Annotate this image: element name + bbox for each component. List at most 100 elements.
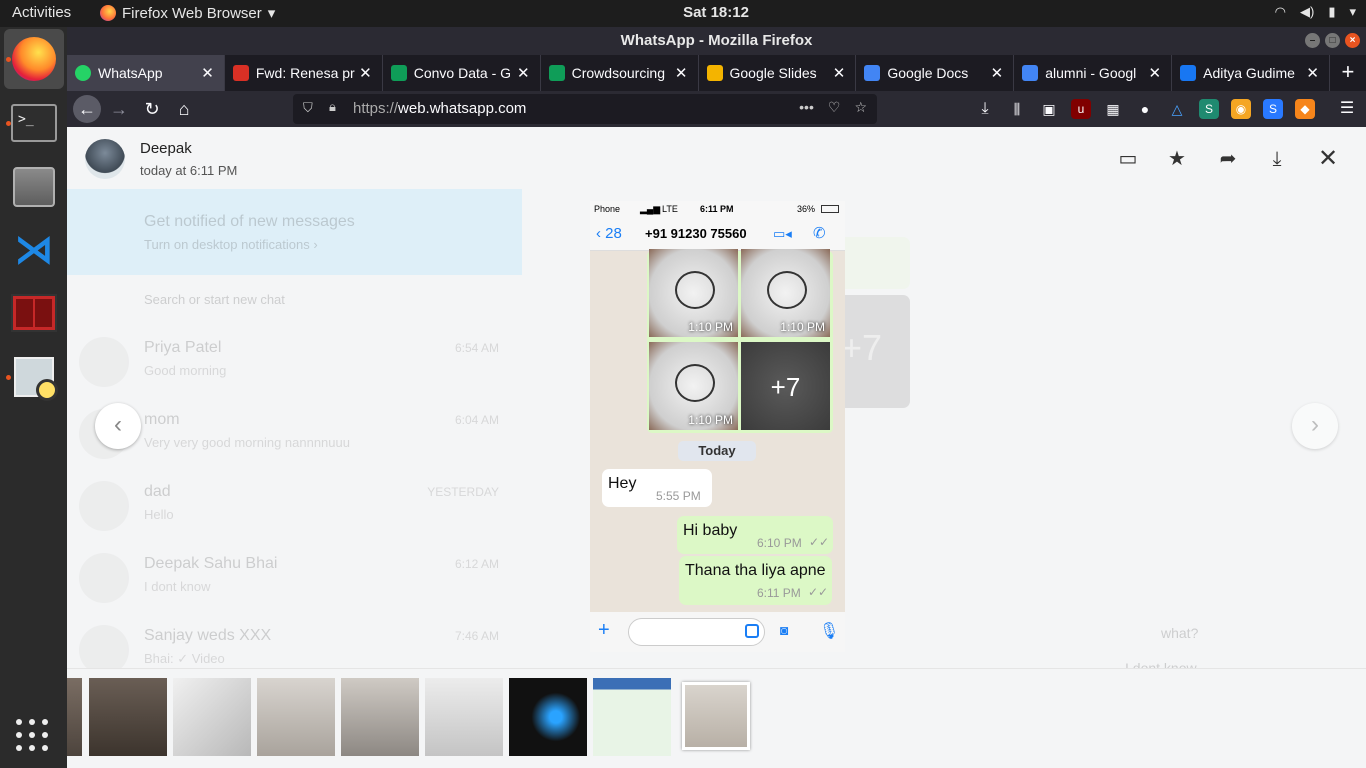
message-out: Thana tha liya apne 6:11 PM ✓✓ [679,556,832,605]
media-thumbnail[interactable] [257,678,335,756]
dock-terminal-split[interactable] [4,283,64,343]
tab-alumni[interactable]: alumni - Googl ✕ [1014,55,1173,91]
close-tab-icon[interactable]: ✕ [517,64,530,82]
page-content: Get notified of new messages Turn on des… [67,127,1366,768]
hamburger-menu-icon[interactable]: ☰ [1337,99,1357,119]
tab-facebook[interactable]: Aditya Gudime ✕ [1172,55,1330,91]
close-tab-icon[interactable]: ✕ [201,64,214,82]
owl-extension-icon[interactable]: ◉ [1231,99,1251,119]
bookmark-star-icon[interactable]: ☆ [854,99,867,116]
dock-terminal[interactable]: >_ [4,93,64,153]
media-thumbnail[interactable] [425,678,503,756]
ublock-icon[interactable]: u [1071,99,1091,119]
tab-gmail[interactable]: Fwd: Renesa pr ✕ [225,55,383,91]
s-extension-icon[interactable]: S [1199,99,1219,119]
back-button[interactable]: ← [73,95,101,123]
signal-icon: ▂▄▆ [640,204,661,214]
tab-google-slides[interactable]: Google Slides ✕ [699,55,857,91]
media-thumbnail[interactable] [89,678,167,756]
forward-icon[interactable]: ➦ [1216,147,1240,171]
phone-network: LTE [662,204,678,214]
account-icon[interactable]: ● [1135,99,1155,119]
chat-row: Priya Patel Good morning 6:54 AM [79,337,499,397]
microphone-icon: 🎙︎ [819,623,840,640]
metamask-icon[interactable]: ◆ [1295,99,1315,119]
sheets-favicon-icon [548,65,565,81]
navigation-toolbar: ← → ↻ ⌂ ⛉ 🔒︎ https://web.whatsapp.com ••… [67,91,1366,127]
avatar[interactable] [85,139,125,179]
show-applications-icon[interactable] [16,719,50,753]
next-media-button[interactable]: › [1292,403,1338,449]
phone-carrier: Phone [594,204,621,214]
dock-vscode[interactable]: ⋊ [4,220,64,280]
minimize-icon[interactable]: – [1305,33,1320,48]
sender-name[interactable]: Deepak [140,140,192,157]
library-icon[interactable]: ⫼ [1007,99,1027,119]
download-icon[interactable]: ⤓ [1265,147,1289,171]
ghost-bubble [835,237,910,289]
page-actions-button[interactable]: ••• [799,99,814,116]
media-thumbnail-selected[interactable] [682,682,750,750]
system-tray[interactable]: ◠ ◀) ▮ ▾ [1275,4,1356,20]
drive-extension-icon[interactable]: △ [1167,99,1187,119]
wifi-icon: ◠ [1274,4,1286,19]
running-indicator [6,375,11,380]
close-tab-icon[interactable]: ✕ [833,64,846,82]
files-icon [13,167,55,207]
downloads-icon[interactable]: ⤓ [975,99,995,119]
close-viewer-icon[interactable]: ✕ [1316,147,1340,171]
media-thumbnail[interactable] [67,678,82,756]
tab-whatsapp[interactable]: WhatsApp ✕ [67,55,225,91]
close-tab-icon[interactable]: ✕ [1306,64,1319,82]
media-image: Phone ▂▄▆ LTE 6:11 PM 36% ‹ 28 +91 91230… [590,201,845,652]
whatsapp-favicon-icon [75,65,91,81]
window-title: WhatsApp - Mozilla Firefox [620,32,813,49]
phone-time: 6:11 PM [700,204,734,214]
media-thumbnail[interactable] [341,678,419,756]
extension-grid-icon[interactable]: ▦ [1103,99,1123,119]
close-tab-icon[interactable]: ✕ [359,64,372,82]
dock-image-viewer[interactable] [4,347,64,407]
tab-title: Fwd: Renesa pr [255,65,355,81]
sticker-icon [745,624,759,638]
close-window-icon[interactable]: × [1345,33,1360,48]
s-blue-extension-icon[interactable]: S [1263,99,1283,119]
home-button[interactable]: ⌂ [170,95,198,123]
reload-button[interactable]: ↻ [138,95,166,123]
tracking-shield-icon[interactable]: ⛉ [303,100,313,116]
go-to-message-icon[interactable]: ▭ [1116,147,1140,171]
close-tab-icon[interactable]: ✕ [1149,64,1162,82]
url-bar[interactable]: ⛉ 🔒︎ https://web.whatsapp.com ••• ♡ ☆ [293,94,877,124]
tab-crowdsourcing[interactable]: Crowdsourcing ✕ [541,55,699,91]
tab-google-docs[interactable]: Google Docs ✕ [856,55,1015,91]
forward-button[interactable]: → [105,95,133,123]
media-thumbnail[interactable] [509,678,587,756]
close-tab-icon[interactable]: ✕ [991,64,1004,82]
image-viewer-icon [14,357,58,401]
media-viewer-header: Deepak today at 6:11 PM ▭ ★ ➦ ⤓ ✕ [67,127,1366,189]
sidebar-icon[interactable]: ▣ [1039,99,1059,119]
media-thumbnail[interactable] [593,678,671,756]
chat-row: Deepak Sahu Bhai I dont know 6:12 AM [79,553,499,613]
lock-icon[interactable]: 🔒︎ [329,99,336,115]
vscode-icon: ⋊ [14,228,54,272]
album-more: +7 [741,342,830,430]
dock-files[interactable] [4,157,64,217]
dock-firefox[interactable] [4,29,64,89]
star-icon[interactable]: ★ [1165,147,1189,171]
media-thumbnail[interactable] [173,678,251,756]
clock[interactable]: Sat 18:12 [0,4,1366,21]
window-controls: – □ × [1305,33,1360,48]
battery-icon: ▮ [1328,4,1336,19]
window-titlebar[interactable]: WhatsApp - Mozilla Firefox – □ × [67,27,1366,55]
previous-media-button[interactable]: ‹ [95,403,141,449]
close-tab-icon[interactable]: ✕ [675,64,688,82]
pocket-icon[interactable]: ♡ [828,99,841,116]
tab-convo-data[interactable]: Convo Data - G ✕ [383,55,541,91]
gmail-favicon-icon [232,65,249,81]
plus-icon: + [598,619,610,641]
battery-icon [821,205,839,213]
maximize-icon[interactable]: □ [1325,33,1340,48]
photo-album-bubble: 1:10 PM 1:10 PM 1:10 PM +7 [647,249,833,433]
new-tab-button[interactable]: + [1330,55,1366,91]
